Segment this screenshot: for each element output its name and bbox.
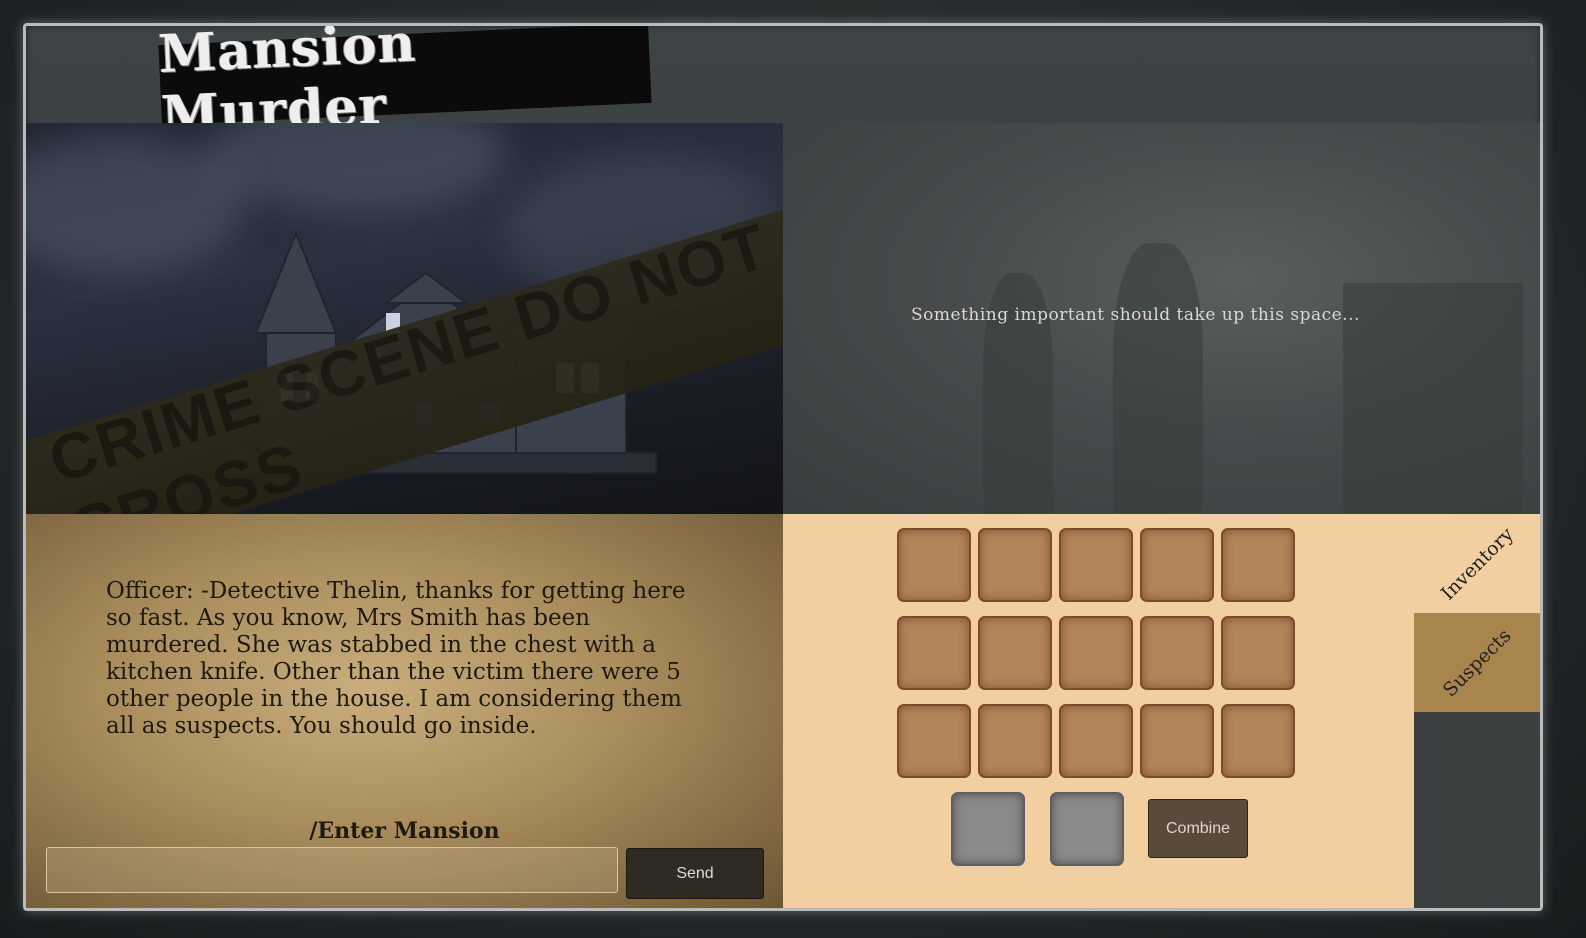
command-input[interactable] — [46, 847, 618, 893]
inventory-slot[interactable] — [1221, 704, 1295, 778]
combine-slot-2[interactable] — [1050, 792, 1124, 866]
dialog-panel: Officer: -Detective Thelin, thanks for g… — [26, 514, 783, 908]
inventory-slot[interactable] — [1140, 528, 1214, 602]
combine-slot-1[interactable] — [951, 792, 1025, 866]
inventory-slot[interactable] — [1140, 616, 1214, 690]
side-tabs: Inventory Suspects — [1414, 514, 1540, 908]
inventory-slot[interactable] — [1140, 704, 1214, 778]
inventory-slot[interactable] — [1059, 528, 1133, 602]
tab-inventory-label: Inventory — [1436, 522, 1518, 605]
inventory-slot[interactable] — [978, 704, 1052, 778]
inventory-slot[interactable] — [897, 528, 971, 602]
inventory-slot[interactable] — [1221, 528, 1295, 602]
castle-silhouette — [1343, 283, 1523, 513]
game-frame: Mansion Murder CRIME SCENE DO NOT CROSS … — [23, 23, 1543, 911]
tree — [1113, 243, 1203, 513]
inventory-slot[interactable] — [978, 616, 1052, 690]
tab-suspects[interactable]: Suspects — [1414, 613, 1540, 712]
send-button[interactable]: Send — [626, 848, 764, 899]
tab-inventory[interactable]: Inventory — [1414, 514, 1540, 613]
command-option[interactable]: /Enter Mansion — [26, 818, 783, 844]
info-text: Something important should take up this … — [911, 305, 1360, 325]
title-banner: Mansion Murder — [157, 26, 652, 146]
combine-button[interactable]: Combine — [1148, 799, 1248, 858]
info-panel: Something important should take up this … — [783, 123, 1540, 514]
inventory-slot[interactable] — [1221, 616, 1295, 690]
inventory-slot[interactable] — [1059, 704, 1133, 778]
scene-image: CRIME SCENE DO NOT CROSS — [26, 123, 783, 514]
inventory-slot[interactable] — [897, 704, 971, 778]
inventory-slot[interactable] — [1059, 616, 1133, 690]
inventory-slot[interactable] — [897, 616, 971, 690]
cloud — [206, 123, 506, 213]
story-text: Officer: -Detective Thelin, thanks for g… — [106, 578, 686, 739]
tab-suspects-label: Suspects — [1438, 624, 1516, 701]
inventory-panel: Combine — [783, 514, 1414, 908]
inventory-slot[interactable] — [978, 528, 1052, 602]
